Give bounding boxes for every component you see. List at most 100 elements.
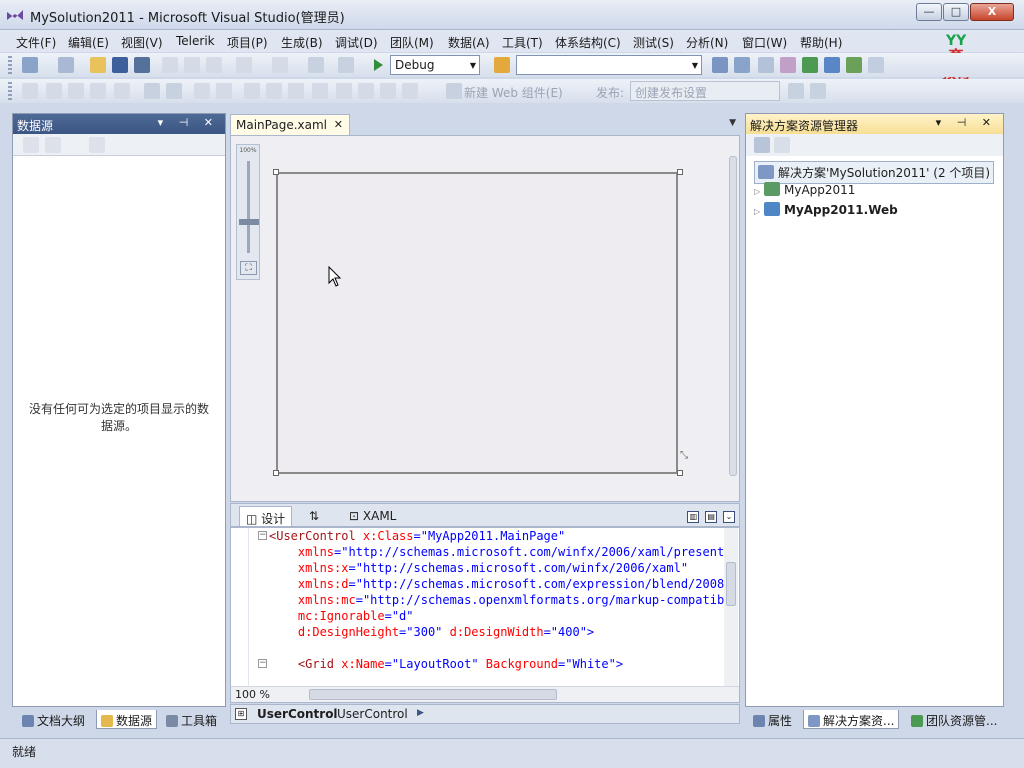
toolbar-grip[interactable] (8, 82, 12, 100)
artboard-resize-grip-icon[interactable]: ⤡ (680, 450, 692, 462)
zoom-track[interactable] (247, 161, 250, 253)
properties-icon[interactable] (754, 137, 770, 153)
code-line[interactable]: xmlns:d="http://schemas.microsoft.com/ex… (269, 577, 732, 591)
menu-analyze[interactable]: 分析(N) (686, 34, 728, 51)
editor-horizontal-scroll-thumb[interactable] (309, 689, 557, 700)
bring-to-front-icon[interactable] (402, 83, 418, 99)
tab-design[interactable]: ◫ 设计 (239, 506, 293, 526)
save-icon[interactable] (112, 57, 128, 73)
publish-select[interactable]: 创建发布设置 (630, 81, 780, 101)
code-line[interactable]: d:DesignHeight="300" d:DesignWidth="400"… (269, 625, 594, 639)
navigate-forward-icon[interactable] (338, 57, 354, 73)
navigate-back-icon[interactable] (308, 57, 324, 73)
menu-edit[interactable]: 编辑(E) (68, 34, 109, 51)
object-browser-icon[interactable] (758, 57, 774, 73)
menu-help[interactable]: 帮助(H) (800, 34, 842, 51)
paste-icon[interactable] (206, 57, 222, 73)
zoom-to-fit-icon[interactable]: ⛶ (240, 261, 257, 275)
resize-handle[interactable] (677, 470, 683, 476)
tab-mainpage-xaml[interactable]: MainPage.xaml ✕ (230, 114, 350, 136)
design-artboard[interactable] (276, 172, 678, 474)
tab-properties[interactable]: 属性 (749, 710, 796, 729)
menu-architecture[interactable]: 体系结构(C) (555, 34, 621, 51)
menu-tools[interactable]: 工具(T) (502, 34, 543, 51)
publish-web-icon[interactable] (788, 83, 804, 99)
publish-settings-icon[interactable] (810, 83, 826, 99)
menu-file[interactable]: 文件(F) (16, 34, 56, 51)
document-outline-toggle-icon[interactable]: ⊞ (235, 708, 247, 720)
find-combo[interactable]: ▼ (516, 55, 702, 75)
collapse-region-icon[interactable]: − (258, 531, 267, 540)
collapse-region-icon[interactable]: − (258, 659, 267, 668)
indent-icon[interactable] (144, 83, 160, 99)
panel-controls[interactable]: ▾ ⊣ ✕ (158, 116, 219, 129)
xaml-designer[interactable]: 100% ⛶ ⤡ (230, 135, 740, 502)
menu-team[interactable]: 团队(M) (390, 34, 434, 51)
open-file-icon[interactable] (90, 57, 106, 73)
code-line[interactable]: xmlns:x="http://schemas.microsoft.com/wi… (269, 561, 688, 575)
copy-icon[interactable] (184, 57, 200, 73)
tab-data-sources[interactable]: 数据源 (96, 710, 158, 729)
align-middles-icon[interactable] (114, 83, 130, 99)
tree-solution-root[interactable]: 解决方案'MySolution2011' (2 个项目) (754, 161, 995, 184)
solution-explorer-icon[interactable] (712, 57, 728, 73)
resize-handle[interactable] (273, 470, 279, 476)
size-width-icon[interactable] (336, 83, 352, 99)
align-lefts-icon[interactable] (22, 83, 38, 99)
gear-icon[interactable] (446, 83, 462, 99)
add-data-source-icon[interactable] (23, 137, 39, 153)
comment-icon[interactable] (194, 83, 210, 99)
resize-handle[interactable] (273, 169, 279, 175)
show-all-files-icon[interactable] (774, 137, 790, 153)
data-sources-header[interactable]: 数据源 ▾ ⊣ ✕ (13, 114, 225, 134)
tab-team-explorer[interactable]: 团队资源管... (907, 710, 1001, 729)
tree-project-myapp2011[interactable]: ▷ MyApp2011 (754, 182, 855, 197)
code-line[interactable]: mc:Ignorable="d" (269, 609, 414, 623)
active-files-dropdown-icon[interactable]: ▼ (729, 118, 736, 128)
tab-toolbox[interactable]: 工具箱 (162, 710, 221, 729)
toolbar-grip[interactable] (8, 56, 12, 74)
solution-configuration-select[interactable]: Debug ▼ (390, 55, 480, 75)
menu-debug[interactable]: 调试(D) (335, 34, 378, 51)
next-bookmark-icon[interactable] (288, 83, 304, 99)
menu-build[interactable]: 生成(B) (281, 34, 323, 51)
swap-panes-button[interactable]: ⇅ (303, 506, 325, 526)
zoom-slider[interactable]: 100% ⛶ (236, 144, 260, 280)
size-both-icon[interactable] (380, 83, 396, 99)
new-web-part-button[interactable]: 新建 Web 组件(E) (464, 84, 563, 101)
menu-test[interactable]: 测试(S) (633, 34, 674, 51)
editor-scroll-thumb[interactable] (726, 562, 736, 606)
align-centers-icon[interactable] (46, 83, 62, 99)
redo-icon[interactable] (272, 57, 288, 73)
collapse-pane-icon[interactable]: ⌄ (723, 511, 735, 523)
code-line[interactable]: xmlns:mc="http://schemas.openxmlformats.… (269, 593, 739, 607)
breadcrumb-selected[interactable]: UserControl (257, 707, 338, 721)
editor-zoom-level[interactable]: 100 % (235, 688, 270, 701)
code-line[interactable]: xmlns="http://schemas.microsoft.com/winf… (269, 545, 739, 559)
panel-controls[interactable]: ▾ ⊣ ✕ (936, 116, 997, 129)
align-rights-icon[interactable] (68, 83, 84, 99)
team-explorer-icon[interactable] (802, 57, 818, 73)
size-height-icon[interactable] (358, 83, 374, 99)
new-project-icon[interactable] (22, 57, 38, 73)
tree-project-myapp2011-web[interactable]: ▷ MyApp2011.Web (754, 202, 898, 217)
maximize-button[interactable]: □ (943, 3, 969, 21)
xaml-code-editor[interactable]: − − <UserControl x:Class="MyApp2011.Main… (230, 527, 740, 703)
menu-project[interactable]: 项目(P) (227, 34, 268, 51)
vertical-split-icon[interactable]: ▥ (687, 511, 700, 523)
start-debugging-icon[interactable] (370, 57, 386, 73)
tab-xaml[interactable]: ⊡ XAML (343, 506, 402, 526)
close-icon[interactable]: ✕ (334, 118, 343, 131)
bookmark-icon[interactable] (244, 83, 260, 99)
designer-scroll-thumb[interactable] (729, 156, 737, 476)
menu-window[interactable]: 窗口(W) (742, 34, 787, 51)
uncomment-icon[interactable] (216, 83, 232, 99)
menu-view[interactable]: 视图(V) (121, 34, 163, 51)
zoom-thumb[interactable] (239, 219, 259, 225)
find-in-files-icon[interactable] (494, 57, 510, 73)
expand-icon[interactable]: ▷ (754, 207, 764, 216)
save-all-icon[interactable] (134, 57, 150, 73)
breadcrumb-item[interactable]: UserControl (337, 707, 408, 721)
outdent-icon[interactable] (166, 83, 182, 99)
solution-explorer-header[interactable]: 解决方案资源管理器 ▾ ⊣ ✕ (746, 114, 1003, 134)
